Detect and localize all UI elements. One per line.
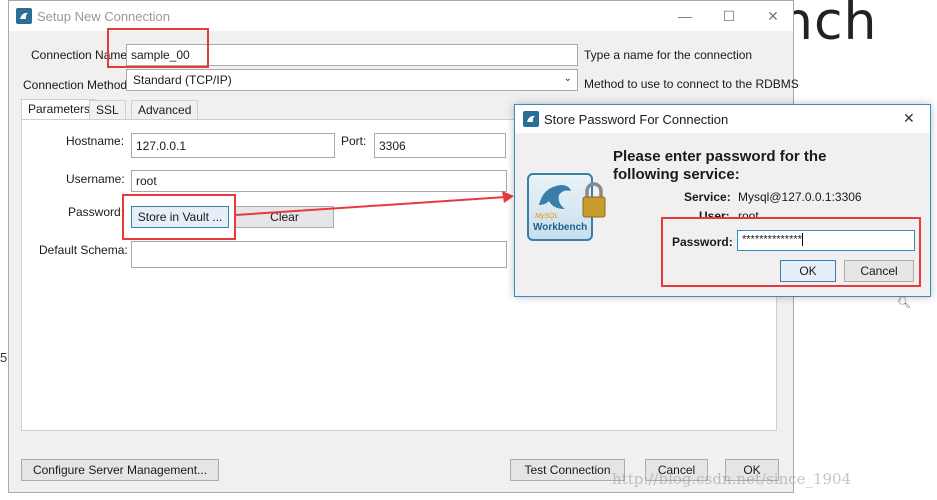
annotation-box-connection-name	[107, 28, 209, 68]
chevron-down-icon: ⌄	[563, 73, 572, 84]
dialog-password-input[interactable]: **************	[737, 230, 915, 251]
titlebar: Setup New Connection — ☐ ✕	[9, 1, 793, 31]
service-value: Mysql@127.0.0.1:3306	[738, 190, 862, 204]
port-label: Port:	[341, 134, 367, 148]
store-password-dialog: Store Password For Connection ✕ MySQL Wo…	[514, 104, 931, 297]
connection-name-hint: Type a name for the connection	[584, 48, 753, 62]
annotation-box-store-vault	[122, 194, 236, 240]
connection-method-select[interactable]: Standard (TCP/IP) ⌄	[126, 69, 578, 91]
dialog-titlebar: Store Password For Connection ✕	[515, 105, 930, 133]
logo-small-text: MySQL	[535, 213, 559, 220]
default-schema-input[interactable]	[131, 241, 507, 268]
connection-method-value: Standard (TCP/IP)	[133, 73, 232, 87]
workbench-app-icon	[16, 8, 32, 24]
password-value: **************	[742, 233, 802, 246]
hostname-label: Hostname:	[66, 134, 125, 148]
dialog-password-label: Password:	[672, 235, 733, 249]
tab-parameters[interactable]: Parameters	[21, 99, 98, 120]
minimize-button[interactable]: —	[663, 1, 707, 31]
lock-icon	[582, 182, 606, 218]
connection-method-label: Connection Method:	[23, 78, 131, 92]
dialog-heading-line2: following service:	[613, 166, 740, 183]
test-connection-button[interactable]: Test Connection	[510, 459, 625, 481]
hostname-input[interactable]: 127.0.0.1	[131, 133, 335, 158]
maximize-button[interactable]: ☐	[707, 1, 751, 31]
dialog-cancel-button[interactable]: Cancel	[844, 260, 914, 282]
watermark: http://blog.csdn.net/since_1904	[612, 470, 852, 488]
connection-method-hint: Method to use to connect to the RDBMS	[584, 77, 799, 91]
tab-ssl[interactable]: SSL	[89, 100, 126, 120]
search-icon: 🔍︎	[897, 297, 911, 309]
configure-server-management-button[interactable]: Configure Server Management...	[21, 459, 219, 481]
background-side-fragment: 5	[0, 350, 8, 365]
annotation-arrow	[235, 191, 514, 216]
password-label: Password:	[68, 205, 125, 219]
dialog-app-icon	[523, 111, 539, 127]
annotation-box-password: Password: ************** OK Cancel	[661, 217, 921, 287]
dolphin-icon	[539, 185, 571, 209]
close-button[interactable]: ✕	[751, 1, 795, 31]
logo-text: Workbench	[533, 222, 588, 233]
tab-advanced[interactable]: Advanced	[131, 100, 199, 120]
window-title: Setup New Connection	[37, 9, 170, 24]
service-label: Service:	[684, 190, 731, 204]
dialog-ok-button[interactable]: OK	[780, 260, 836, 282]
text-cursor	[801, 233, 803, 246]
port-input[interactable]: 3306	[374, 133, 506, 158]
default-schema-label: Default Schema:	[39, 243, 128, 257]
dialog-close-button[interactable]: ✕	[903, 110, 915, 127]
dialog-heading-line1: Please enter password for the	[613, 148, 827, 165]
dialog-title: Store Password For Connection	[544, 112, 729, 127]
username-label: Username:	[66, 172, 125, 186]
